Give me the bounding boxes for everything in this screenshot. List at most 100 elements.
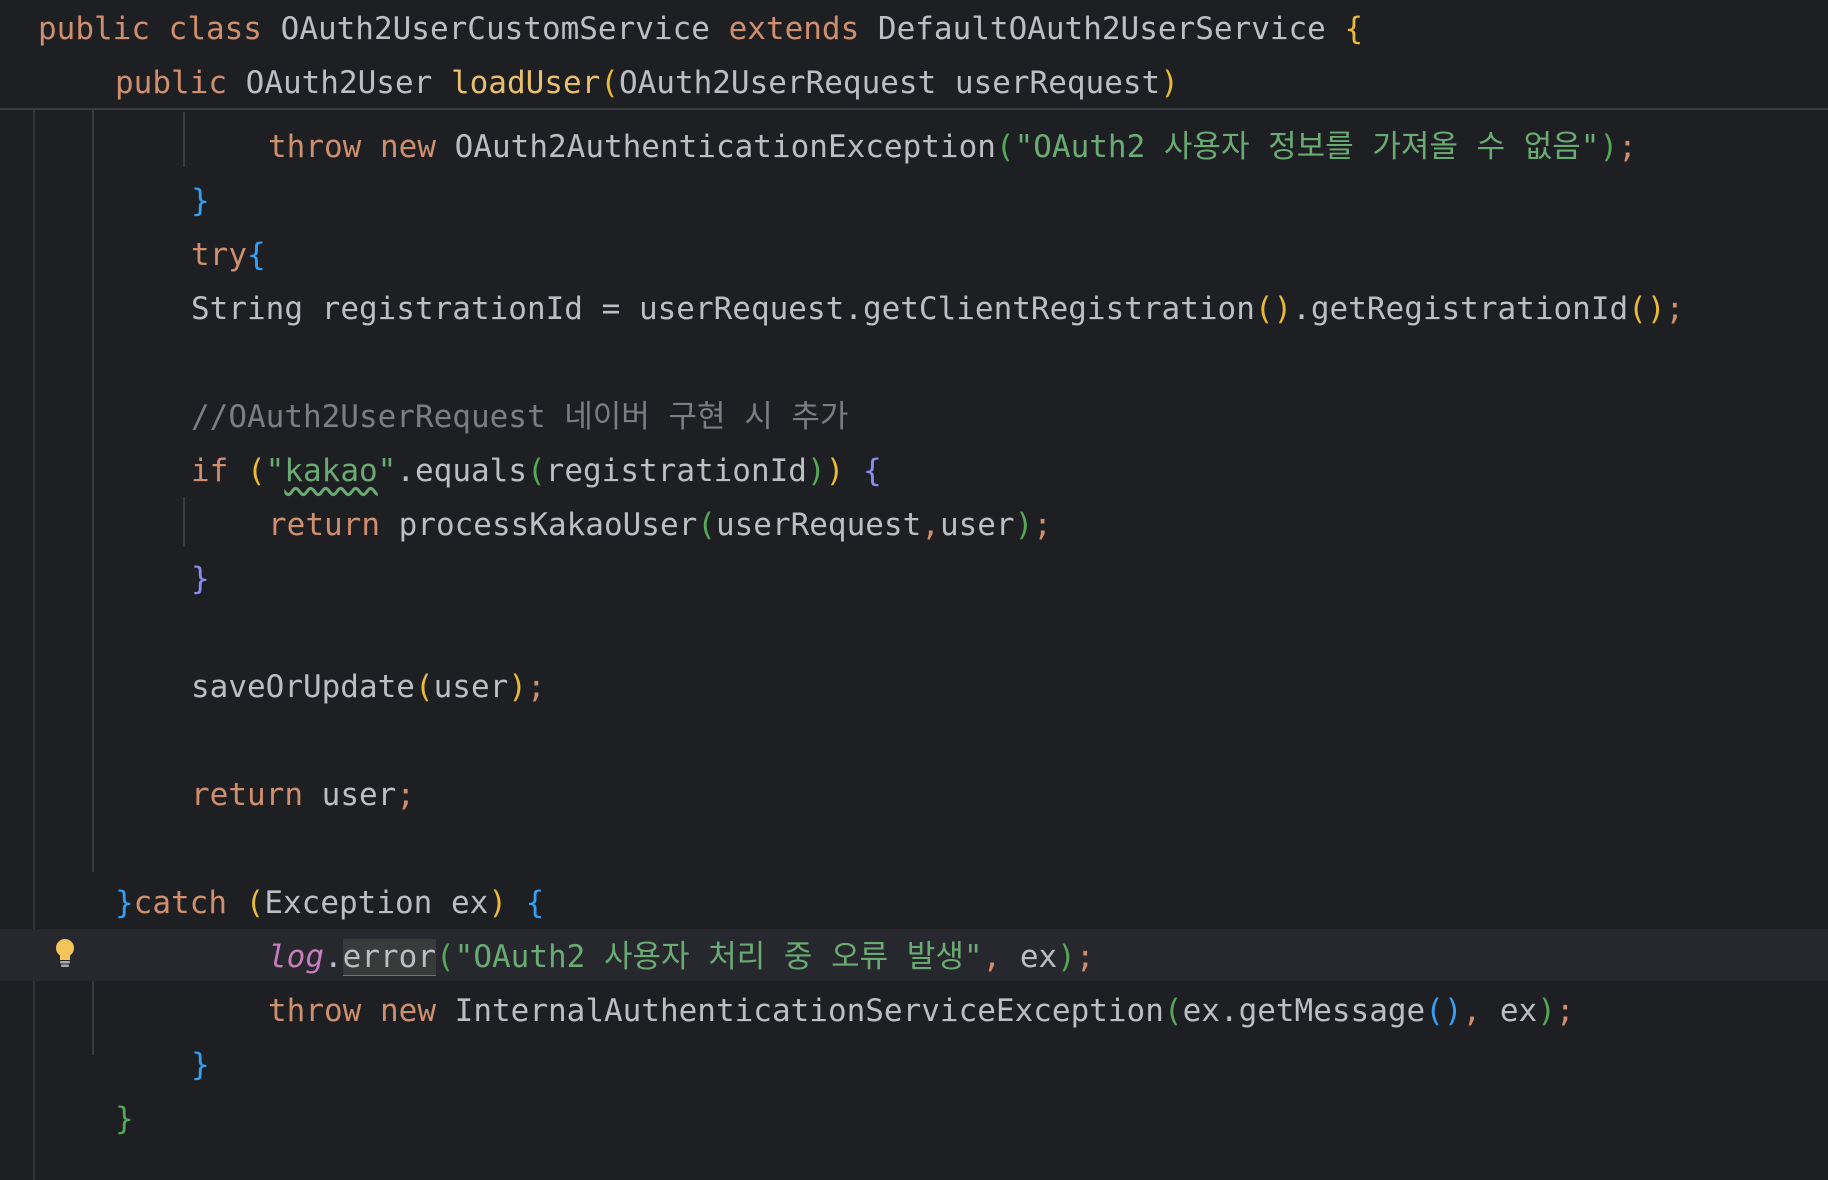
string-literal: "OAuth2 사용자 처리 중 오류 발생" [454,939,983,975]
param-name: userRequest [954,65,1161,101]
keyword-throw: throw [268,993,362,1029]
string-kakao: kakao [284,453,378,489]
open-paren: ( [436,939,455,975]
code-line-close-brace[interactable]: } [191,174,210,228]
call-error-highlighted[interactable]: error [342,939,436,976]
indent-guide [183,497,185,547]
arg-ex: ex [1019,939,1058,975]
arg-registration-id: registrationId [545,453,807,489]
string-quote: " [377,453,397,489]
indent-guide [92,981,94,1055]
code-line-registration-id[interactable]: String registrationId = userRequest.getC… [191,282,1684,336]
keyword-return: return [268,507,380,543]
code-line-try[interactable]: try{ [191,228,266,282]
return-value-user: user [321,777,397,813]
code-line-return-kakao[interactable]: return processKakaoUser(userRequest,user… [268,498,1052,552]
close-paren: ) [508,669,527,705]
open-paren: ( [527,453,546,489]
call-parens: () [1628,291,1666,327]
class-name: OAuth2UserCustomService [280,11,710,47]
close-paren: ) [825,453,845,489]
close-paren: ) [1599,129,1619,165]
close-brace: } [115,885,134,921]
parent-class-name: DefaultOAuth2UserService [877,11,1326,47]
code-line-return-user[interactable]: return user; [191,768,415,822]
type-string: String [191,291,303,327]
code-line-log-error[interactable]: log.error("OAuth2 사용자 처리 중 오류 발생", ex); [268,930,1095,984]
call-get-client-registration: getClientRegistration [862,291,1255,327]
call-get-message: getMessage [1238,993,1426,1029]
exception-var: ex [451,885,489,921]
semicolon: ; [1555,993,1575,1029]
keyword-new: new [380,993,436,1029]
semicolon: ; [526,669,546,705]
dot: . [1292,291,1311,327]
keyword-catch: catch [133,885,227,921]
comma: , [1462,993,1482,1029]
sticky-class-declaration[interactable]: public class OAuth2UserCustomService ext… [38,2,1363,56]
comma: , [982,939,1002,975]
close-paren: ) [1537,993,1556,1029]
close-brace: } [191,183,210,219]
indent-guide [92,108,94,872]
sticky-scope-header[interactable]: public class OAuth2UserCustomService ext… [0,0,1828,110]
param-type: OAuth2UserRequest [618,65,937,101]
keyword-new: new [380,129,436,165]
call-process-kakao-user: processKakaoUser [398,507,698,543]
string-literal: "OAuth2 사용자 정보를 가져올 수 없음" [1014,129,1600,165]
variable-registration-id: registrationId [321,291,583,327]
close-brace: } [115,1101,134,1137]
close-paren: ) [806,453,826,489]
keyword-throw: throw [268,129,362,165]
code-line-throw-internal[interactable]: throw new InternalAuthenticationServiceE… [268,984,1575,1038]
comma: , [921,507,940,543]
keyword-extends: extends [728,11,860,47]
semicolon: ; [1075,939,1095,975]
close-paren: ) [1014,507,1034,543]
code-line-catch[interactable]: }catch (Exception ex) { [115,876,544,930]
open-paren: ( [995,129,1015,165]
code-line-close-brace[interactable]: } [115,1092,134,1146]
code-line-if-kakao[interactable]: if ("kakao".equals(registrationId)) { [191,444,882,498]
open-paren: ( [414,669,434,705]
arg-user: user [433,669,509,705]
keyword-public: public [38,11,150,47]
close-paren: ) [488,885,507,921]
code-line-close-brace[interactable]: } [191,1038,210,1092]
close-paren: ) [1057,939,1076,975]
code-line-throw-auth[interactable]: throw new OAuth2AuthenticationException(… [268,120,1637,174]
semicolon: ; [1033,507,1052,543]
code-line-save-or-update[interactable]: saveOrUpdate(user); [191,660,546,714]
arg-ex: ex [1499,993,1538,1029]
sticky-method-declaration[interactable]: public OAuth2User loadUser(OAuth2UserReq… [115,56,1179,110]
open-paren: ( [245,885,265,921]
exception-type: Exception [264,885,433,921]
close-brace: } [191,561,210,597]
keyword-try: try [191,237,247,273]
receiver-user-request: userRequest. [638,291,863,327]
assign-operator: = [601,291,621,327]
receiver-ex: ex. [1182,993,1239,1029]
semicolon: ; [1665,291,1685,327]
code-line-comment[interactable]: //OAuth2UserRequest 네이버 구현 시 추가 [191,390,848,444]
semicolon: ; [1618,129,1637,165]
call-equals: .equals [396,453,527,489]
code-editor[interactable]: public class OAuth2UserCustomService ext… [0,0,1828,1180]
code-line-close-brace[interactable]: } [191,552,210,606]
open-brace: { [1344,11,1364,47]
gutter-divider [33,108,35,1180]
open-paren: ( [600,65,619,101]
field-log: log [268,939,324,975]
open-paren: ( [697,507,716,543]
arg-user-request: userRequest [715,507,922,543]
exception-class: InternalAuthenticationServiceException [454,993,1164,1029]
open-paren: ( [247,453,266,489]
keyword-public: public [115,65,227,101]
dot: . [324,939,343,975]
open-brace: { [247,237,266,273]
lightbulb-icon[interactable] [54,938,76,970]
close-brace: } [191,1047,210,1083]
keyword-class: class [168,11,262,47]
call-save-or-update: saveOrUpdate [191,669,415,705]
close-paren: ) [1160,65,1179,101]
